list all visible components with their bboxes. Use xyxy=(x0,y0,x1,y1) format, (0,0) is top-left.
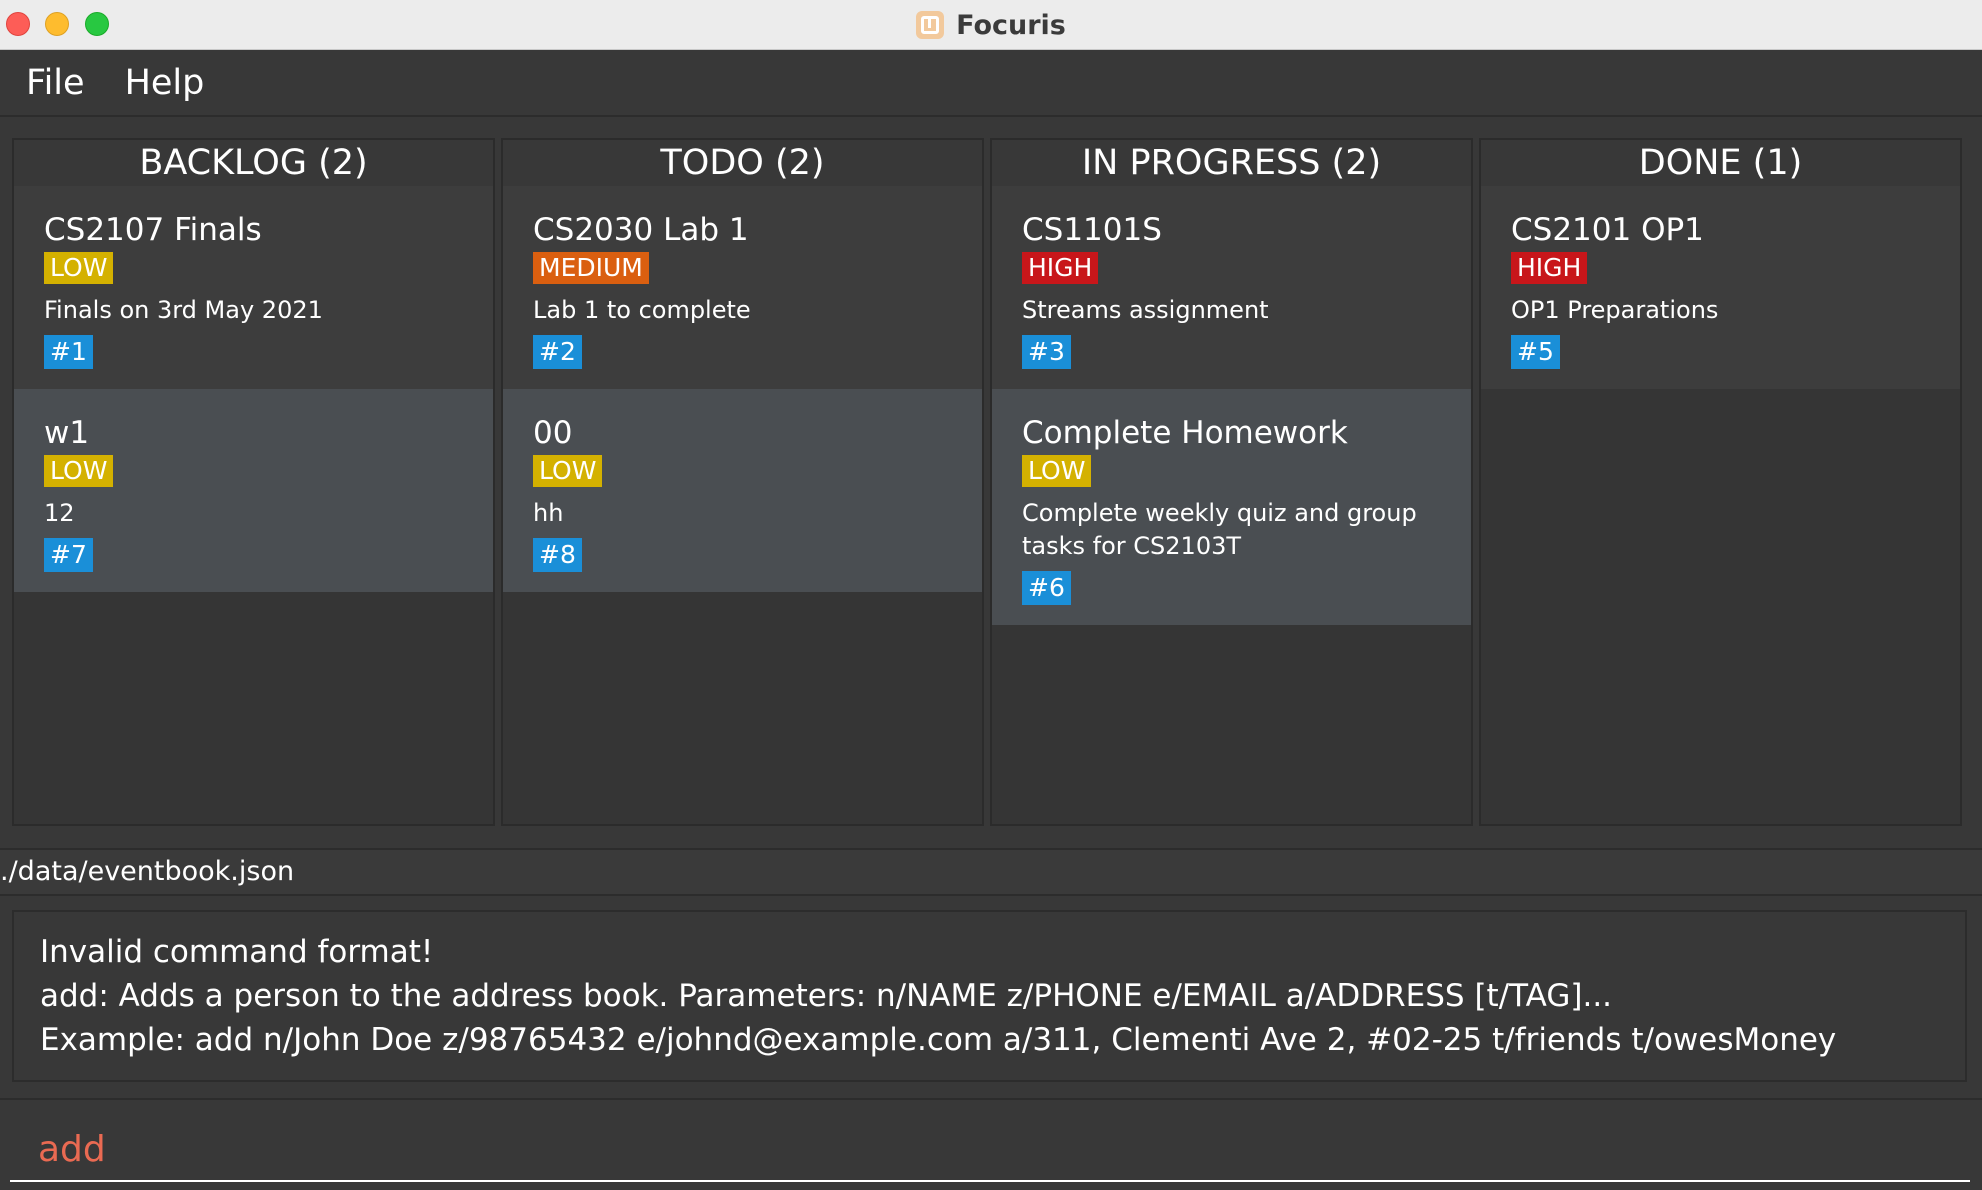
task-description: Lab 1 to complete xyxy=(533,296,751,324)
task-description: Finals on 3rd May 2021 xyxy=(44,296,323,324)
task-card[interactable]: CS2107 Finals LOW Finals on 3rd May 2021… xyxy=(14,186,493,389)
column-in-progress: IN PROGRESS (2) CS1101S HIGH Streams ass… xyxy=(990,138,1473,826)
window-title: Focuris xyxy=(956,9,1066,41)
status-bar-path: ./data/eventbook.json xyxy=(0,848,1982,896)
task-description: Complete weekly quiz and group tasks for… xyxy=(1022,499,1417,560)
task-id-badge: #1 xyxy=(44,335,93,369)
priority-badge: HIGH xyxy=(1022,252,1099,284)
task-card[interactable]: CS2030 Lab 1 MEDIUM Lab 1 to complete #2 xyxy=(503,186,982,389)
task-card[interactable]: w1 LOW 12 #7 xyxy=(14,389,493,592)
task-id-badge: #2 xyxy=(533,335,582,369)
title-bar: Focuris xyxy=(0,0,1982,50)
result-line: Example: add n/John Doe z/98765432 e/joh… xyxy=(40,1022,1837,1058)
column-header: BACKLOG (2) xyxy=(14,140,493,186)
task-title: CS2107 Finals xyxy=(44,212,262,248)
task-title: CS2030 Lab 1 xyxy=(533,212,749,248)
result-line: Invalid command format! xyxy=(40,934,434,970)
priority-badge: MEDIUM xyxy=(533,252,649,284)
menu-file[interactable]: File xyxy=(26,63,85,103)
column-backlog: BACKLOG (2) CS2107 Finals LOW Finals on … xyxy=(12,138,495,826)
column-done: DONE (1) CS2101 OP1 HIGH OP1 Preparation… xyxy=(1479,138,1962,826)
menu-help[interactable]: Help xyxy=(125,63,205,103)
task-title: w1 xyxy=(44,415,90,451)
column-header: DONE (1) xyxy=(1481,140,1960,186)
task-title: 00 xyxy=(533,415,573,451)
column-header: IN PROGRESS (2) xyxy=(992,140,1471,186)
task-card[interactable]: Complete Homework LOW Complete weekly qu… xyxy=(992,389,1471,625)
priority-badge: LOW xyxy=(533,455,603,487)
menu-bar: File Help xyxy=(0,51,1982,117)
result-display[interactable]: Invalid command format! add: Adds a pers… xyxy=(12,910,1967,1082)
task-id-badge: #6 xyxy=(1022,571,1071,605)
command-input[interactable] xyxy=(10,1118,1970,1182)
task-title: CS2101 OP1 xyxy=(1511,212,1704,248)
task-description: 12 xyxy=(44,499,75,527)
result-line: add: Adds a person to the address book. … xyxy=(40,978,1613,1014)
title-wrap: Focuris xyxy=(0,0,1982,50)
task-id-badge: #7 xyxy=(44,538,93,572)
column-todo: TODO (2) CS2030 Lab 1 MEDIUM Lab 1 to co… xyxy=(501,138,984,826)
priority-badge: LOW xyxy=(1022,455,1092,487)
task-id-badge: #8 xyxy=(533,538,582,572)
task-card[interactable]: 00 LOW hh #8 xyxy=(503,389,982,592)
command-box xyxy=(0,1098,1982,1190)
task-description: hh xyxy=(533,499,564,527)
kanban-board: BACKLOG (2) CS2107 Finals LOW Finals on … xyxy=(12,138,1967,826)
column-header: TODO (2) xyxy=(503,140,982,186)
task-description: OP1 Preparations xyxy=(1511,296,1719,324)
task-description: Streams assignment xyxy=(1022,296,1269,324)
task-title: Complete Homework xyxy=(1022,415,1348,451)
task-card[interactable]: CS1101S HIGH Streams assignment #3 xyxy=(992,186,1471,389)
app-icon xyxy=(916,11,945,39)
task-title: CS1101S xyxy=(1022,212,1162,248)
priority-badge: HIGH xyxy=(1511,252,1588,284)
priority-badge: LOW xyxy=(44,252,114,284)
task-id-badge: #5 xyxy=(1511,335,1560,369)
task-card[interactable]: CS2101 OP1 HIGH OP1 Preparations #5 xyxy=(1481,186,1960,389)
task-id-badge: #3 xyxy=(1022,335,1071,369)
priority-badge: LOW xyxy=(44,455,114,487)
